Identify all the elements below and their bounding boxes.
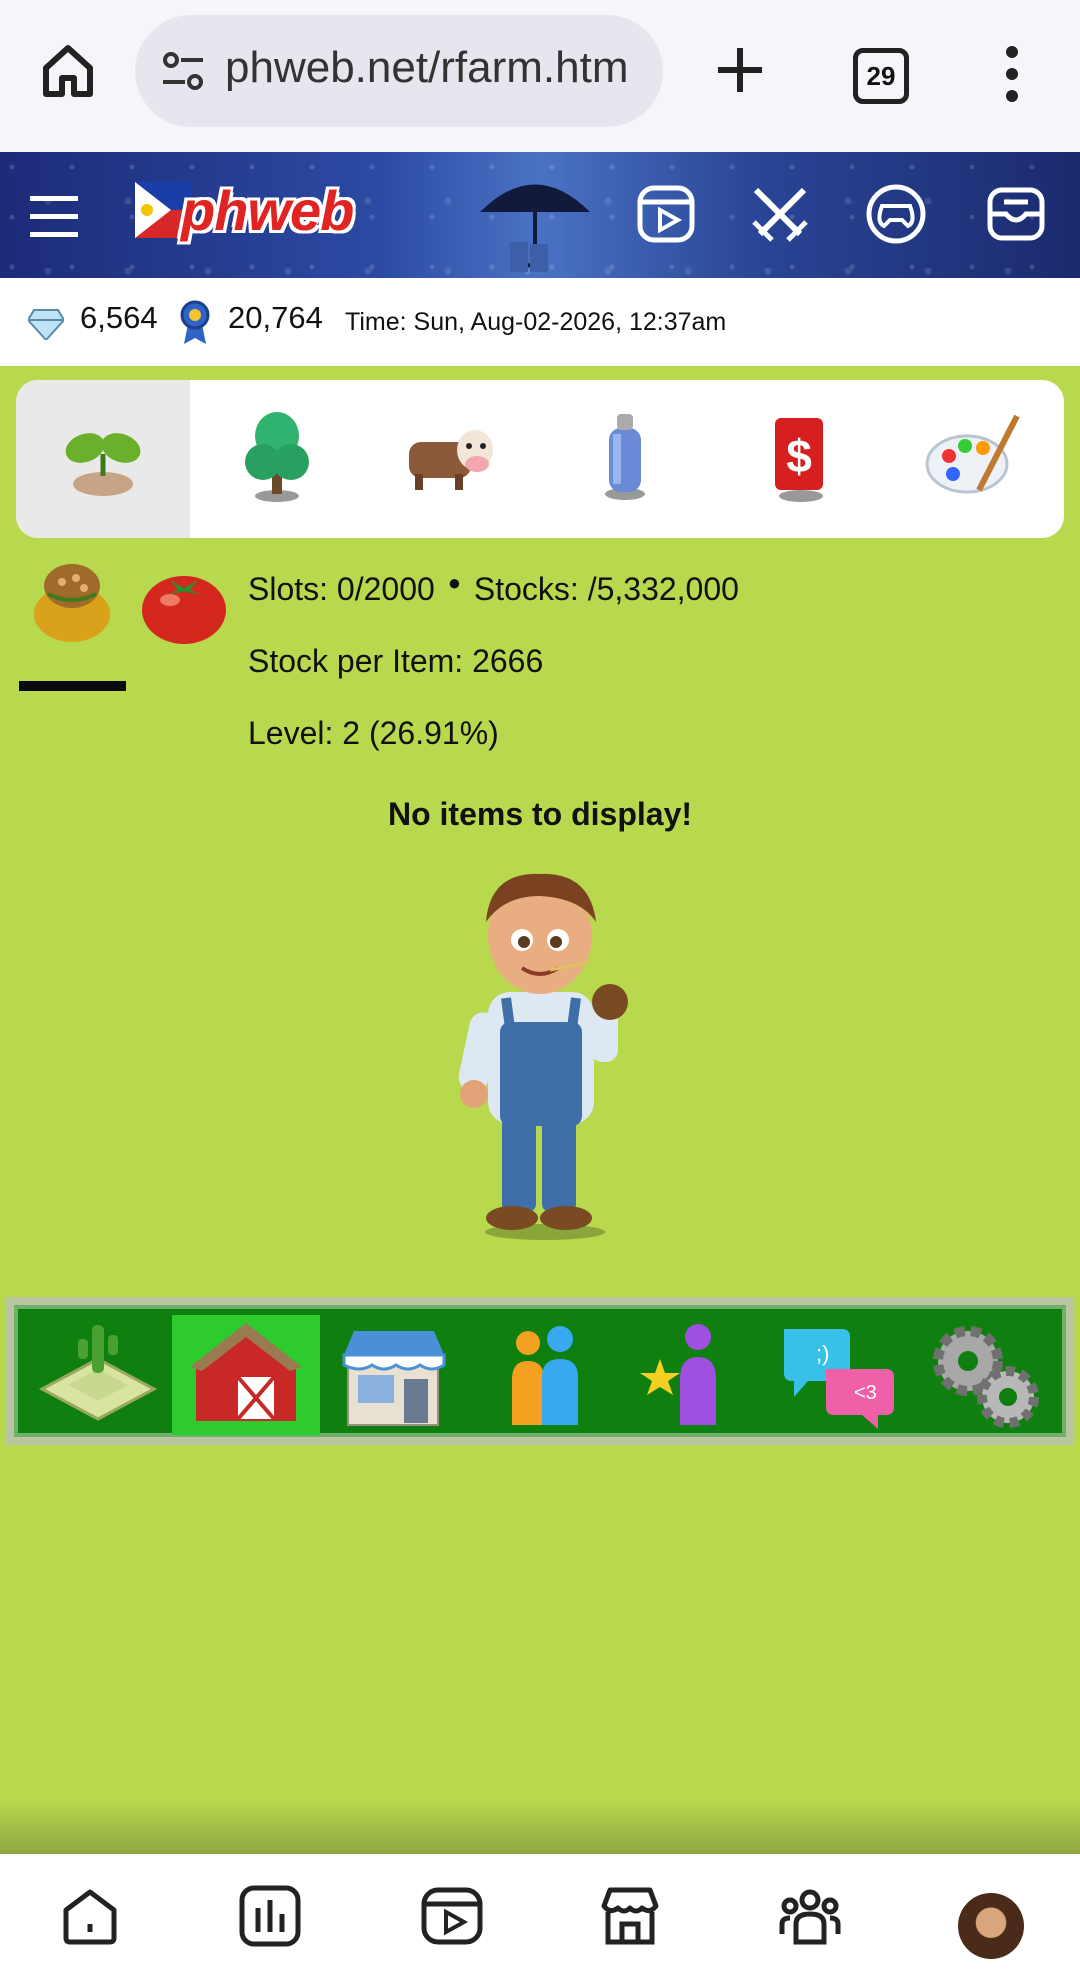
barn-icon [190,1323,302,1421]
menu-icon[interactable] [30,194,78,238]
stocks-text: Stocks: /5,332,000 [473,571,739,607]
nav-profile[interactable] [616,1315,764,1435]
site-logo[interactable]: phweb [135,179,365,250]
paint-palette-icon [925,414,1020,494]
friends-icon [512,1326,578,1425]
seedling-icon [65,433,141,496]
nav-shop[interactable] [320,1315,468,1435]
stats-icon[interactable] [238,1884,302,1948]
ribbon-award-icon [180,300,210,344]
nav-farm[interactable] [24,1315,172,1435]
tab-items[interactable] [538,380,712,538]
dollar-sign-icon: $ [775,418,823,502]
nav-settings[interactable] [912,1315,1060,1435]
category-tabs: $ [16,380,1064,538]
address-bar[interactable]: phweb.net/rfarm.htm [135,15,663,127]
stock-per-item: Stock per Item: 2666 [248,643,544,679]
battle-icon[interactable] [748,182,812,246]
game-controller-icon[interactable] [864,182,928,246]
more-menu-icon[interactable] [1000,44,1024,104]
points-count: 20,764 [228,300,323,335]
logo-text: phweb [181,179,354,242]
tab-seeds[interactable] [16,380,190,538]
empty-message: No items to display! [387,796,693,832]
tree-icon [245,412,309,502]
game-navigation-bar: ;) <3 [14,1305,1066,1437]
diamond-icon [28,309,64,340]
bullet-separator: ● [447,570,461,595]
tab-trees[interactable] [190,380,364,538]
cow-icon [409,430,493,490]
reels-icon[interactable] [634,182,698,246]
site-header: phweb [0,152,1080,278]
tab-animals[interactable] [364,380,538,538]
game-navigation: ;) <3 [6,1297,1074,1445]
chat-icon: ;) <3 [784,1329,894,1429]
url-text: phweb.net/rfarm.htm [225,43,629,92]
site-settings-icon[interactable] [157,45,209,97]
svg-text:;): ;) [816,1341,829,1366]
level-text: Level: 2 (26.91%) [248,715,499,751]
settings-gears-icon [933,1326,1039,1428]
video-icon[interactable] [420,1884,484,1948]
app-bottom-navigation [0,1854,1080,1976]
star-user-icon [640,1324,716,1425]
umbrella-illustration [480,184,590,272]
slots-stocks-line: Slots: 0/2000 ● Stocks: /5,332,000 [248,570,739,608]
home-icon[interactable] [38,40,98,100]
home-outline-icon[interactable] [58,1884,122,1948]
shop-icon [342,1331,446,1426]
profile-avatar[interactable] [958,1893,1024,1959]
marketplace-icon[interactable] [598,1884,662,1948]
browser-toolbar: phweb.net/rfarm.htm 29 [0,0,1080,152]
farm-field-icon [38,1325,158,1421]
nav-chat[interactable]: ;) <3 [764,1315,912,1435]
tab-decorations[interactable] [886,380,1060,538]
farmer-character [458,873,628,1240]
tab-money[interactable]: $ [712,380,886,538]
tomato-icon[interactable] [140,562,228,650]
svg-text:<3: <3 [854,1382,877,1404]
inbox-icon[interactable] [984,182,1048,246]
server-time: Time: Sun, Aug-02-2026, 12:37am [345,308,727,336]
nav-barn[interactable] [172,1315,320,1435]
new-tab-icon[interactable] [710,40,770,100]
groups-icon[interactable] [778,1884,842,1948]
bottom-shadow [0,1800,1080,1854]
nav-friends[interactable] [468,1315,616,1435]
gems-count: 6,564 [80,300,158,335]
seed-bag-icon[interactable] [28,556,116,644]
slots-text: Slots: 0/2000 [248,571,435,607]
spray-can-icon [605,414,645,500]
tab-switcher-button[interactable]: 29 [853,48,909,104]
svg-text:$: $ [786,430,812,482]
stats-bar: 6,564 20,764 Time: Sun, Aug-02-2026, 12:… [0,278,1080,366]
selected-sub-tab-indicator [19,681,126,691]
